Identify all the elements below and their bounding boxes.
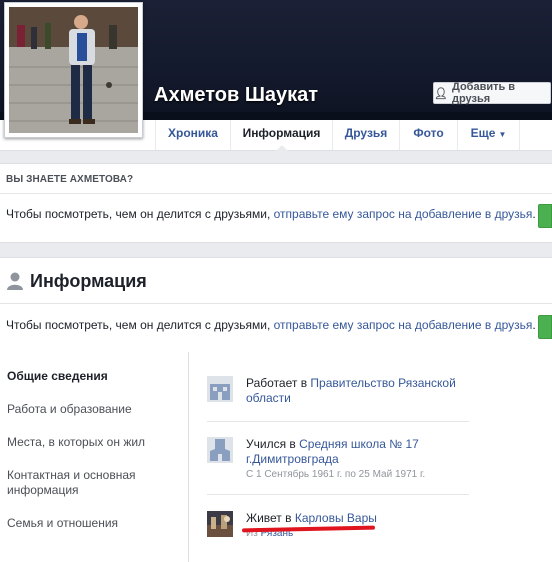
info-card: Информация Чтобы посмотреть, чем он дели… xyxy=(0,257,552,353)
lives-prefix: Живет в xyxy=(246,511,295,525)
sidebar-item-overview[interactable]: Общие сведения xyxy=(7,369,108,384)
know-card: ВЫ ЗНАЕТЕ АХМЕТОВА? Чтобы посмотреть, че… xyxy=(0,163,552,243)
tab-label: Информация xyxy=(242,126,321,140)
divider xyxy=(0,303,552,304)
work-entry: Работает в Правительство Рязанской облас… xyxy=(246,376,466,406)
tab-friends[interactable]: Друзья xyxy=(332,120,399,150)
person-icon xyxy=(7,272,23,290)
know-message: Чтобы посмотреть, чем он делится с друзь… xyxy=(6,207,536,221)
building-icon xyxy=(207,376,233,402)
add-friend-button[interactable]: 👤︎ Добавить в друзья xyxy=(433,81,551,105)
tab-more[interactable]: Еще ▼ xyxy=(457,120,520,150)
tab-photos[interactable]: Фото xyxy=(399,120,457,150)
know-end: . xyxy=(532,207,536,221)
divider xyxy=(207,421,469,422)
lives-entry: Живет в Карловы Вары xyxy=(246,511,466,526)
sidebar-item-contact[interactable]: Контактная и основная информация xyxy=(7,468,157,498)
tab-label: Друзья xyxy=(344,126,388,140)
know-heading: ВЫ ЗНАЕТЕ АХМЕТОВА? xyxy=(6,174,134,185)
lives-link[interactable]: Карловы Вары xyxy=(295,511,377,525)
divider xyxy=(0,193,552,194)
city-photo-icon xyxy=(207,511,233,537)
profile-picture[interactable] xyxy=(4,2,143,138)
tab-label: Фото xyxy=(413,126,444,140)
info-end: . xyxy=(532,318,536,332)
tab-label: Еще xyxy=(470,126,496,140)
school-prefix: Учился в xyxy=(246,437,300,451)
add-friend-green-button[interactable] xyxy=(538,315,552,339)
info-title: Информация xyxy=(30,271,147,291)
profile-name: Ахметов Шаукат xyxy=(154,84,319,106)
know-text: Чтобы посмотреть, чем он делится с друзь… xyxy=(6,207,274,221)
school-icon xyxy=(207,437,233,463)
info-text: Чтобы посмотреть, чем он делится с друзь… xyxy=(6,318,274,332)
tab-info[interactable]: Информация xyxy=(230,120,332,151)
tab-timeline[interactable]: Хроника xyxy=(155,120,230,150)
school-dates: С 1 Сентябрь 1961 г. по 25 Май 1971 г. xyxy=(246,469,426,480)
send-request-link[interactable]: отправьте ему запрос на добавление в дру… xyxy=(274,207,533,221)
tab-label: Хроника xyxy=(168,126,218,140)
send-request-link[interactable]: отправьте ему запрос на добавление в дру… xyxy=(274,318,533,332)
work-prefix: Работает в xyxy=(246,376,311,390)
add-friend-green-button[interactable] xyxy=(538,204,552,228)
sidebar-item-work-education[interactable]: Работа и образование xyxy=(7,402,132,417)
chevron-down-icon: ▼ xyxy=(498,130,507,139)
divider xyxy=(207,494,469,495)
add-user-icon: 👤︎ xyxy=(434,87,448,100)
school-entry: Учился в Средняя школа № 17 г.Димитровгр… xyxy=(246,437,466,467)
about-sidebar: Общие сведения Работа и образование Мест… xyxy=(0,352,189,562)
add-friend-label: Добавить в друзья xyxy=(451,81,516,105)
info-message: Чтобы посмотреть, чем он делится с друзь… xyxy=(6,318,536,332)
sidebar-item-places[interactable]: Места, в которых он жил xyxy=(7,435,145,450)
profile-photo-image xyxy=(9,7,138,133)
sidebar-item-family[interactable]: Семья и отношения xyxy=(7,516,118,531)
